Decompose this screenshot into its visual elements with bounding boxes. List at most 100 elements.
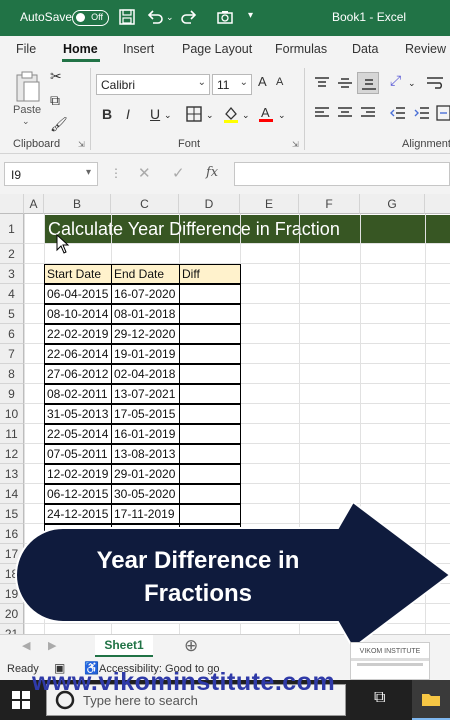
formula-input[interactable]: [234, 162, 450, 186]
table-cell[interactable]: 08-02-2011: [44, 384, 112, 404]
decrease-font-size-icon[interactable]: A: [276, 76, 283, 88]
paste-dropdown-icon[interactable]: ⌄: [22, 116, 30, 127]
table-cell[interactable]: 22-02-2019: [44, 324, 112, 344]
borders-icon[interactable]: [186, 106, 202, 122]
table-cell[interactable]: [179, 444, 241, 464]
column-header[interactable]: C: [111, 194, 179, 214]
formula-bar-grip-icon[interactable]: ⋮: [110, 166, 122, 180]
row-header[interactable]: 11: [0, 424, 24, 444]
paste-icon[interactable]: [14, 70, 42, 104]
row-header[interactable]: 1: [0, 214, 24, 244]
align-center-icon[interactable]: [337, 106, 353, 120]
row-header[interactable]: 10: [0, 404, 24, 424]
underline-button[interactable]: U: [150, 106, 160, 122]
increase-indent-icon[interactable]: [414, 106, 430, 120]
align-left-icon[interactable]: [314, 106, 330, 120]
tab-home[interactable]: Home: [63, 42, 98, 56]
tab-data[interactable]: Data: [352, 42, 378, 56]
task-view-icon[interactable]: ⧉: [374, 689, 385, 707]
table-cell[interactable]: 27-06-2012: [44, 364, 112, 384]
table-cell[interactable]: [179, 424, 241, 444]
row-header[interactable]: 8: [0, 364, 24, 384]
table-cell[interactable]: 29-12-2020: [111, 324, 180, 344]
font-color-icon[interactable]: A: [258, 105, 274, 123]
column-header[interactable]: G: [360, 194, 425, 214]
column-header[interactable]: D: [179, 194, 240, 214]
save-icon[interactable]: [118, 8, 136, 26]
table-cell[interactable]: 19-01-2019: [111, 344, 180, 364]
table-cell[interactable]: [179, 404, 241, 424]
column-header[interactable]: F: [299, 194, 360, 214]
table-cell[interactable]: 31-05-2013: [44, 404, 112, 424]
table-cell[interactable]: 13-08-2013: [111, 444, 180, 464]
table-cell[interactable]: 12-02-2019: [44, 464, 112, 484]
orientation-icon[interactable]: ⤢: [390, 72, 401, 89]
table-cell[interactable]: 22-06-2014: [44, 344, 112, 364]
orientation-dropdown-icon[interactable]: ⌄: [408, 78, 416, 89]
row-header[interactable]: 3: [0, 264, 24, 284]
top-align-icon[interactable]: [314, 76, 330, 90]
column-header[interactable]: B: [44, 194, 111, 214]
table-cell[interactable]: 08-01-2018: [111, 304, 180, 324]
column-header[interactable]: A: [24, 194, 44, 214]
windows-start-icon[interactable]: [12, 691, 30, 709]
format-painter-icon[interactable]: 🖌: [50, 116, 68, 133]
table-cell[interactable]: 08-10-2014: [44, 304, 112, 324]
tab-page-layout[interactable]: Page Layout: [182, 42, 252, 56]
table-cell[interactable]: 13-07-2021: [111, 384, 180, 404]
underline-dropdown-icon[interactable]: ⌄: [164, 110, 172, 121]
table-cell[interactable]: 06-04-2015: [44, 284, 112, 304]
fill-color-icon[interactable]: [222, 105, 240, 123]
row-header[interactable]: 5: [0, 304, 24, 324]
row-header[interactable]: 9: [0, 384, 24, 404]
table-cell[interactable]: 29-01-2020: [111, 464, 180, 484]
tab-file[interactable]: File: [16, 42, 36, 56]
cut-icon[interactable]: ✂: [50, 68, 62, 85]
table-header-cell[interactable]: Start Date: [44, 264, 112, 284]
row-header[interactable]: 6: [0, 324, 24, 344]
table-header-cell[interactable]: Diff: [179, 264, 241, 284]
cancel-icon[interactable]: ✕: [138, 164, 151, 182]
table-cell[interactable]: [179, 464, 241, 484]
fill-color-dropdown-icon[interactable]: ⌄: [242, 110, 250, 121]
select-all-corner[interactable]: [0, 194, 24, 214]
autosave-toggle[interactable]: Off: [72, 10, 109, 26]
table-cell[interactable]: [179, 304, 241, 324]
table-cell[interactable]: 02-04-2018: [111, 364, 180, 384]
insert-function-button[interactable]: fx: [206, 165, 218, 180]
decrease-indent-icon[interactable]: [390, 106, 406, 120]
table-cell[interactable]: [179, 284, 241, 304]
table-cell[interactable]: 22-05-2014: [44, 424, 112, 444]
font-color-dropdown-icon[interactable]: ⌄: [278, 110, 286, 121]
table-cell[interactable]: [179, 344, 241, 364]
table-header-cell[interactable]: End Date: [111, 264, 180, 284]
font-launcher-icon[interactable]: ⇲: [292, 140, 299, 149]
middle-align-icon[interactable]: [337, 76, 353, 90]
table-cell[interactable]: [179, 384, 241, 404]
align-right-icon[interactable]: [360, 106, 376, 120]
wrap-text-icon[interactable]: [426, 76, 444, 90]
font-name-combo[interactable]: Calibri ⌄: [96, 74, 210, 95]
table-cell[interactable]: 16-01-2019: [111, 424, 180, 444]
bold-button[interactable]: B: [102, 106, 112, 122]
row-header[interactable]: 12: [0, 444, 24, 464]
copy-icon[interactable]: ⧉: [50, 92, 60, 109]
camera-icon[interactable]: [216, 8, 234, 26]
tab-review[interactable]: Review: [405, 42, 446, 56]
column-header[interactable]: E: [240, 194, 299, 214]
row-header[interactable]: 13: [0, 464, 24, 484]
table-cell[interactable]: [179, 364, 241, 384]
row-header[interactable]: 7: [0, 344, 24, 364]
table-cell[interactable]: 07-05-2011: [44, 444, 112, 464]
merge-center-icon[interactable]: [436, 104, 450, 122]
name-box[interactable]: I9 ▾: [4, 162, 98, 186]
clipboard-launcher-icon[interactable]: ⇲: [78, 140, 85, 149]
file-explorer-button[interactable]: [412, 680, 450, 720]
row-header[interactable]: 2: [0, 244, 24, 264]
undo-icon[interactable]: [146, 8, 164, 26]
increase-font-size-icon[interactable]: A: [258, 74, 267, 89]
bottom-align-button[interactable]: [357, 72, 379, 94]
borders-dropdown-icon[interactable]: ⌄: [206, 110, 214, 121]
tab-formulas[interactable]: Formulas: [275, 42, 327, 56]
column-header-partial[interactable]: [425, 194, 450, 214]
